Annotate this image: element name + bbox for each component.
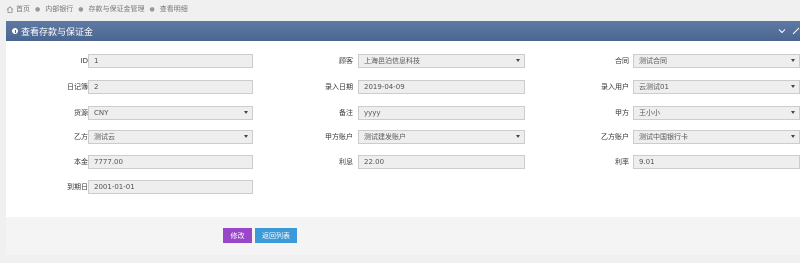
caret-down-icon bbox=[516, 59, 520, 62]
caret-down-icon bbox=[244, 135, 248, 138]
form-row: 到期日 2001-01-01 bbox=[6, 179, 800, 195]
info-icon bbox=[12, 28, 18, 34]
party-b-account-select[interactable]: 测试中国银行卡 bbox=[633, 130, 800, 144]
journal-label: 日记簿 bbox=[67, 83, 88, 91]
breadcrumb-separator-icon: ● bbox=[35, 5, 41, 13]
caret-down-icon bbox=[791, 111, 795, 114]
currency-select[interactable]: CNY bbox=[88, 106, 253, 120]
party-a-value: 王小小 bbox=[639, 109, 660, 117]
party-a-select[interactable]: 王小小 bbox=[633, 106, 800, 120]
caret-down-icon bbox=[791, 85, 795, 88]
party-b-select[interactable]: 测试云 bbox=[88, 130, 253, 144]
interest-label: 利息 bbox=[339, 158, 353, 166]
form-row: 货源 CNY 备注 yyyy 甲方 王小小 bbox=[6, 105, 800, 121]
currency-value: CNY bbox=[94, 109, 109, 117]
remark-field[interactable]: yyyy bbox=[358, 106, 525, 120]
party-a-account-value: 测试建发账户 bbox=[364, 133, 406, 141]
breadcrumb: 首页 ● 内部银行 ● 存款与保证金管理 ● 查看明细 bbox=[6, 2, 188, 16]
party-b-account-value: 测试中国银行卡 bbox=[639, 133, 688, 141]
edit-button[interactable]: 修改 bbox=[223, 228, 252, 243]
form-row: 乙方 测试云 甲方账户 测试建发账户 乙方账户 测试中国银行卡 bbox=[6, 129, 800, 145]
id-label: ID bbox=[80, 57, 88, 65]
breadcrumb-home[interactable]: 首页 bbox=[16, 4, 30, 14]
interest-field[interactable]: 22.00 bbox=[358, 155, 525, 169]
due-date-label: 到期日 bbox=[67, 183, 88, 191]
entry-user-select[interactable]: 云测试01 bbox=[633, 80, 800, 94]
caret-down-icon bbox=[244, 111, 248, 114]
breadcrumb-separator-icon: ● bbox=[149, 5, 155, 13]
form-actions: 修改 返回列表 bbox=[6, 217, 800, 255]
caret-down-icon bbox=[516, 135, 520, 138]
party-b-label: 乙方 bbox=[74, 133, 88, 141]
customer-value: 上海邑泊信息科技 bbox=[364, 57, 420, 65]
party-a-label: 甲方 bbox=[615, 109, 629, 117]
party-a-account-label: 甲方账户 bbox=[325, 133, 353, 141]
entry-date-field[interactable]: 2019-04-09 bbox=[358, 80, 525, 94]
principal-field[interactable]: 7777.00 bbox=[88, 155, 253, 169]
party-a-account-select[interactable]: 测试建发账户 bbox=[358, 130, 525, 144]
rate-field[interactable]: 9.01 bbox=[633, 155, 800, 169]
collapse-chevron-icon[interactable] bbox=[778, 27, 786, 35]
entry-user-label: 录入用户 bbox=[601, 83, 629, 91]
principal-label: 本金 bbox=[74, 158, 88, 166]
form-row: 日记簿 2 录入日期 2019-04-09 录入用户 云测试01 bbox=[6, 79, 800, 95]
customer-select[interactable]: 上海邑泊信息科技 bbox=[358, 54, 525, 68]
breadcrumb-internal-bank[interactable]: 内部银行 bbox=[45, 4, 73, 14]
journal-field[interactable]: 2 bbox=[88, 80, 253, 94]
expand-icon[interactable] bbox=[792, 27, 800, 35]
contract-value: 测试合同 bbox=[639, 57, 667, 65]
form-row: ID 1 顾客 上海邑泊信息科技 合同 测试合同 bbox=[6, 53, 800, 69]
contract-select[interactable]: 测试合同 bbox=[633, 54, 800, 68]
panel-header: 查看存款与保证金 bbox=[6, 21, 800, 41]
party-b-account-label: 乙方账户 bbox=[601, 133, 629, 141]
party-b-value: 测试云 bbox=[94, 133, 115, 141]
caret-down-icon bbox=[791, 59, 795, 62]
id-field[interactable]: 1 bbox=[88, 54, 253, 68]
customer-label: 顾客 bbox=[339, 57, 353, 65]
home-icon bbox=[6, 5, 14, 13]
breadcrumb-deposit-management[interactable]: 存款与保证金管理 bbox=[89, 4, 145, 14]
rate-label: 利率 bbox=[615, 158, 629, 166]
entry-user-value: 云测试01 bbox=[639, 83, 669, 91]
form-row: 本金 7777.00 利息 22.00 利率 9.01 bbox=[6, 154, 800, 170]
remark-label: 备注 bbox=[339, 109, 353, 117]
back-to-list-button[interactable]: 返回列表 bbox=[255, 228, 297, 243]
entry-date-label: 录入日期 bbox=[325, 83, 353, 91]
currency-label: 货源 bbox=[74, 109, 88, 117]
contract-label: 合同 bbox=[615, 57, 629, 65]
breadcrumb-current: 查看明细 bbox=[159, 5, 188, 13]
due-date-field[interactable]: 2001-01-01 bbox=[88, 180, 253, 194]
breadcrumb-separator-icon: ● bbox=[78, 5, 84, 13]
caret-down-icon bbox=[791, 135, 795, 138]
panel-title: 查看存款与保证金 bbox=[21, 27, 94, 38]
